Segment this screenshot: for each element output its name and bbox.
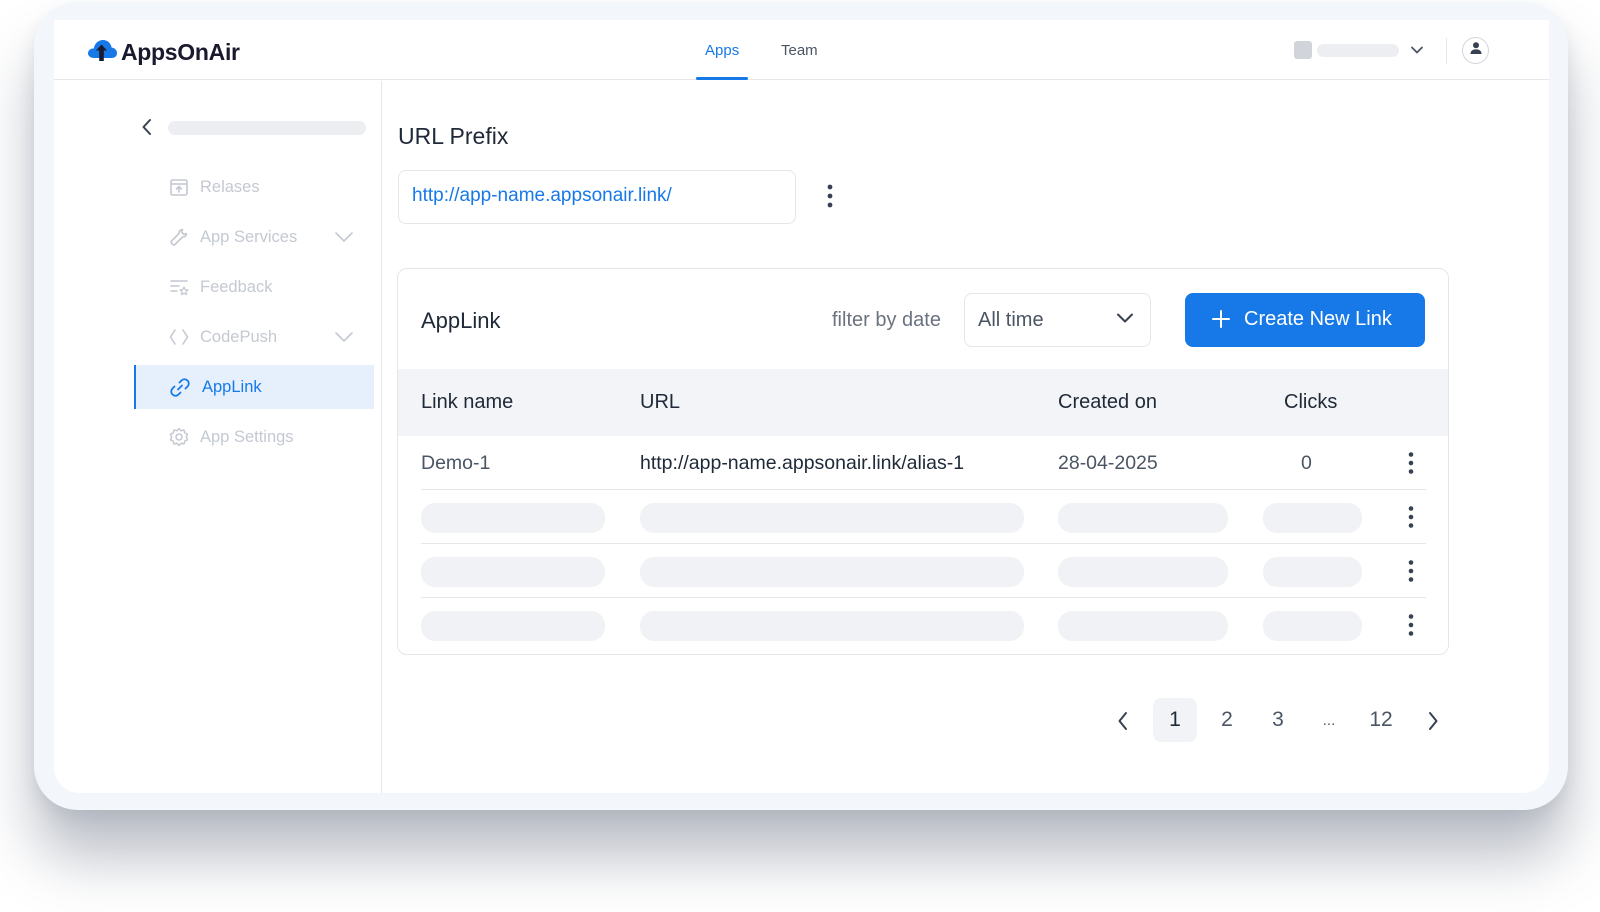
sidebar-item-applink[interactable]: AppLink — [134, 365, 374, 409]
applink-title: AppLink — [421, 308, 501, 333]
url-cell[interactable]: http://app-name.appsonair.link/alias-1 — [640, 452, 964, 475]
tab-team[interactable]: Team — [781, 42, 818, 59]
active-tab-indicator — [696, 77, 748, 80]
skeleton-cell — [1263, 611, 1362, 641]
table-row-loading — [421, 598, 1426, 652]
gear-icon — [168, 426, 190, 448]
skeleton-cell — [1263, 557, 1362, 587]
org-name-placeholder[interactable] — [1317, 44, 1399, 57]
chevron-down-icon[interactable] — [334, 330, 354, 349]
row-kebab-menu-icon[interactable] — [1407, 613, 1415, 642]
date-filter-select[interactable]: All time — [964, 293, 1151, 347]
kebab-menu-icon[interactable] — [826, 183, 834, 214]
applink-card: AppLink filter by date All time Create N… — [397, 268, 1449, 655]
sidebar-item-label: App Settings — [200, 428, 294, 446]
sidebar-item-releases[interactable]: Relases — [134, 165, 374, 209]
column-header-url[interactable]: URL — [640, 391, 680, 414]
release-icon — [168, 176, 190, 198]
skeleton-cell — [421, 503, 605, 533]
column-header-link-name[interactable]: Link name — [421, 391, 513, 414]
skeleton-cell — [640, 503, 1024, 533]
brand-name: AppsOnAir — [121, 39, 240, 65]
user-menu-button[interactable] — [1462, 37, 1489, 64]
sidebar-item-label: Feedback — [200, 278, 273, 296]
column-header-clicks[interactable]: Clicks — [1284, 391, 1337, 414]
table-row[interactable]: Demo-1 http://app-name.appsonair.link/al… — [421, 436, 1426, 490]
link-icon — [168, 376, 190, 398]
sidebar-item-label: App Services — [200, 228, 298, 246]
create-new-link-label: Create New Link — [1244, 308, 1392, 330]
feedback-icon — [168, 276, 190, 298]
wrench-icon — [168, 226, 190, 248]
org-avatar[interactable] — [1294, 41, 1312, 59]
sidebar-item-codepush[interactable]: CodePush — [134, 315, 374, 359]
skeleton-cell — [1058, 557, 1228, 587]
page-button-3[interactable]: 3 — [1256, 698, 1300, 742]
sidebar-item-app-services[interactable]: App Services — [134, 215, 374, 259]
app-window: AppsOnAir Apps Team Relases App Services… — [54, 20, 1549, 793]
table-row-loading — [421, 544, 1426, 598]
next-page-icon[interactable] — [1426, 710, 1440, 737]
page-ellipsis: ... — [1322, 711, 1336, 729]
code-icon — [168, 326, 190, 348]
row-kebab-menu-icon[interactable] — [1407, 559, 1415, 588]
skeleton-cell — [640, 611, 1024, 641]
chevron-down-icon — [1115, 311, 1135, 330]
skeleton-cell — [1058, 611, 1228, 641]
chevron-down-icon[interactable] — [1410, 43, 1424, 62]
device-frame: AppsOnAir Apps Team Relases App Services… — [34, 2, 1568, 810]
sidebar-item-label: AppLink — [202, 378, 262, 396]
sidebar-item-app-settings[interactable]: App Settings — [134, 415, 374, 459]
table-header: Link name URL Created on Clicks — [398, 369, 1448, 436]
page-button-2[interactable]: 2 — [1205, 698, 1249, 742]
skeleton-cell — [421, 611, 605, 641]
back-arrow-icon[interactable] — [140, 117, 154, 142]
created-on-cell: 28-04-2025 — [1058, 452, 1158, 474]
column-header-created-on[interactable]: Created on — [1058, 391, 1157, 414]
tab-apps[interactable]: Apps — [705, 42, 739, 59]
row-kebab-menu-icon[interactable] — [1407, 505, 1415, 534]
page-button-12[interactable]: 12 — [1359, 698, 1403, 742]
brand-logo[interactable]: AppsOnAir — [86, 36, 240, 69]
sidebar: Relases App Services Feedback CodePush A… — [54, 81, 382, 793]
skeleton-cell — [421, 557, 605, 587]
link-name-cell: Demo-1 — [421, 452, 491, 474]
user-icon — [1468, 40, 1484, 61]
cloud-upload-icon — [86, 36, 118, 69]
top-header: AppsOnAir Apps Team — [54, 20, 1549, 80]
sidebar-item-feedback[interactable]: Feedback — [134, 265, 374, 309]
app-name-placeholder — [168, 121, 366, 135]
table-row-loading — [421, 490, 1426, 544]
skeleton-cell — [1058, 503, 1228, 533]
page-button-1[interactable]: 1 — [1153, 698, 1197, 742]
url-prefix-field[interactable]: http://app-name.appsonair.link/ — [398, 170, 796, 224]
sidebar-item-label: CodePush — [200, 328, 278, 346]
create-new-link-button[interactable]: Create New Link — [1185, 293, 1425, 347]
skeleton-cell — [640, 557, 1024, 587]
previous-page-icon[interactable] — [1116, 710, 1130, 737]
row-kebab-menu-icon[interactable] — [1407, 451, 1415, 480]
header-divider — [1446, 38, 1447, 64]
filter-label: filter by date — [832, 309, 941, 331]
chevron-down-icon[interactable] — [334, 230, 354, 249]
url-prefix-title: URL Prefix — [398, 123, 509, 149]
skeleton-cell — [1263, 503, 1362, 533]
date-filter-value: All time — [978, 309, 1044, 331]
clicks-cell: 0 — [1301, 452, 1312, 474]
sidebar-item-label: Relases — [200, 178, 260, 196]
plus-icon — [1211, 309, 1231, 335]
